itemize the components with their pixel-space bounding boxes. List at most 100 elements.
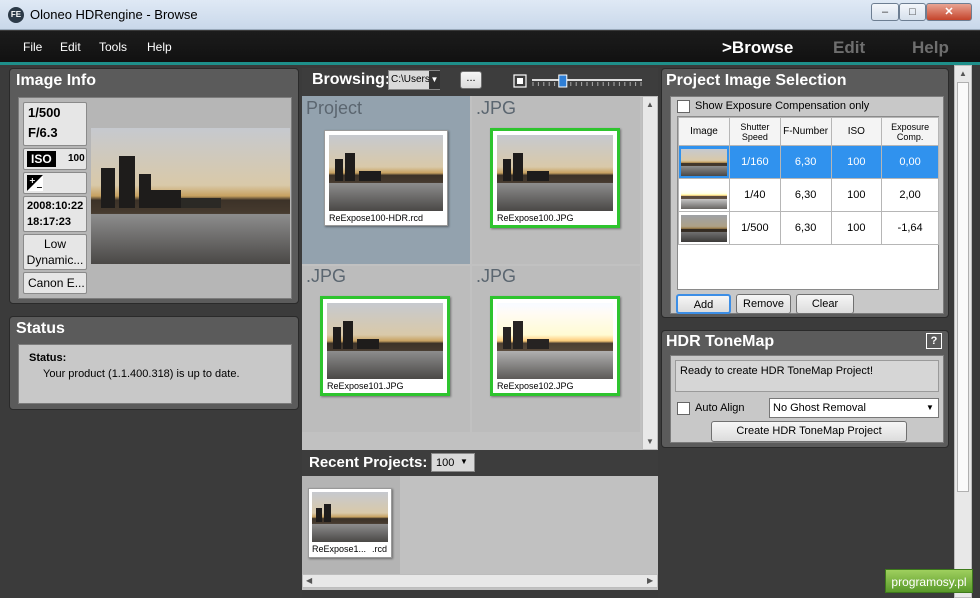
scroll-up-icon[interactable]: ▲ xyxy=(959,69,967,78)
table-row[interactable]: 1/160 6,30 100 0,00 xyxy=(678,145,939,179)
row-iso: 100 xyxy=(830,178,883,212)
grid-cell-jpg-1[interactable]: .JPG ReExpose100.JPG xyxy=(472,96,640,264)
mode-help-tab[interactable]: Help xyxy=(912,38,949,58)
thumbnail-image xyxy=(497,303,613,379)
add-button[interactable]: Add xyxy=(676,294,731,314)
path-value: C:\Users xyxy=(391,74,429,85)
thumbnail-card-selected[interactable]: ReExpose100.JPG xyxy=(490,128,620,228)
row-comp: 2,00 xyxy=(881,178,939,212)
auto-align-checkbox[interactable] xyxy=(677,402,690,415)
scroll-left-icon[interactable]: ◀ xyxy=(306,576,312,585)
grid-cell-jpg-3[interactable]: .JPG ReExpose102.JPG xyxy=(472,266,640,432)
thumbnail-caption: ReExpose100.JPG xyxy=(497,213,574,223)
tonemap-box: Ready to create HDR ToneMap Project! Aut… xyxy=(670,355,944,443)
image-info-preview-area: 1/500 F/6.3 ISO 100 + − 2008:10:22 18:17… xyxy=(18,97,292,299)
exposure-only-checkbox[interactable] xyxy=(677,100,690,113)
clear-button[interactable]: Clear xyxy=(796,294,854,314)
selection-table: Image Shutter Speed F-Number ISO Exposur… xyxy=(678,117,939,245)
browsing-header: Browsing: C:\Users ▼ ... xyxy=(302,68,658,96)
row-image xyxy=(680,181,727,209)
thumbnail-caption: ReExpose102.JPG xyxy=(497,381,574,391)
cell-header: .JPG xyxy=(476,98,517,118)
remove-button[interactable]: Remove xyxy=(736,294,791,314)
status-title: Status xyxy=(16,320,65,337)
row-shutter: 1/500 xyxy=(728,211,781,245)
status-label: Status: xyxy=(29,352,67,364)
row-fnumber: 6,30 xyxy=(779,178,832,212)
col-iso[interactable]: ISO xyxy=(830,117,883,146)
thumbnail-image xyxy=(327,303,443,379)
row-image xyxy=(680,148,727,176)
recent-count-select[interactable]: 100 ▼ xyxy=(431,453,475,472)
window-scrollbar[interactable]: ▲ xyxy=(954,65,972,598)
exposure-comp-tag: + − xyxy=(23,172,87,194)
recent-label: Recent Projects: xyxy=(309,454,428,471)
zoom-slider[interactable] xyxy=(532,74,644,90)
scroll-thumb[interactable] xyxy=(957,82,969,492)
exposure-only-label: Show Exposure Compensation only xyxy=(695,100,870,112)
row-shutter: 1/40 xyxy=(728,178,781,212)
browsing-label: Browsing: xyxy=(312,71,391,88)
thumbnail-image xyxy=(497,135,613,211)
col-shutter[interactable]: Shutter Speed xyxy=(728,117,781,146)
svg-text:−: − xyxy=(36,183,43,191)
ghost-removal-value: No Ghost Removal xyxy=(773,402,866,414)
thumbnail-card-selected[interactable]: ReExpose102.JPG xyxy=(490,296,620,396)
recent-count-value: 100 xyxy=(436,457,455,469)
table-header-row: Image Shutter Speed F-Number ISO Exposur… xyxy=(678,117,939,146)
recent-scrollbar[interactable]: ◀ ▶ xyxy=(302,574,658,588)
close-button[interactable]: ✕ xyxy=(926,3,972,21)
thumbnail-card[interactable]: ReExpose100-HDR.rcd xyxy=(324,130,448,226)
selection-table-container: Image Shutter Speed F-Number ISO Exposur… xyxy=(677,116,939,290)
date-tag: 2008:10:22 18:17:23 xyxy=(23,196,87,232)
scroll-right-icon[interactable]: ▶ xyxy=(647,576,653,585)
create-tonemap-button[interactable]: Create HDR ToneMap Project xyxy=(711,421,907,442)
image-info-panel: Image Info 1/500 F/6.3 ISO 100 + − 2008:… xyxy=(9,68,299,304)
col-exposure-comp[interactable]: Exposure Comp. xyxy=(881,117,939,146)
fit-view-icon[interactable] xyxy=(513,74,527,88)
scroll-up-icon[interactable]: ▲ xyxy=(646,100,654,109)
grid-cell-jpg-2[interactable]: .JPG ReExpose101.JPG xyxy=(302,266,470,432)
ghost-removal-select[interactable]: No Ghost Removal ▼ xyxy=(769,398,939,418)
range-line2: Dynamic... xyxy=(26,253,84,267)
path-select[interactable]: C:\Users ▼ xyxy=(388,70,440,90)
thumbnail-card-selected[interactable]: ReExpose101.JPG xyxy=(320,296,450,396)
status-message: Your product (1.1.400.318) is up to date… xyxy=(43,368,240,380)
menu-file[interactable]: File xyxy=(23,40,42,54)
dynamic-range-tag: Low Dynamic... xyxy=(23,234,87,270)
table-row[interactable]: 1/40 6,30 100 2,00 xyxy=(678,178,939,212)
grid-scrollbar[interactable]: ▲ ▼ xyxy=(642,96,658,450)
menu-help[interactable]: Help xyxy=(147,40,172,54)
scroll-down-icon[interactable]: ▼ xyxy=(646,437,654,446)
row-fnumber: 6,30 xyxy=(779,211,832,245)
mode-browse-tab[interactable]: >Browse xyxy=(722,38,793,58)
auto-align-label: Auto Align xyxy=(695,402,745,414)
menu-bar: File Edit Tools Help >Browse Edit Help xyxy=(0,31,980,65)
thumbnail-caption: ReExpose100-HDR.rcd xyxy=(329,213,424,223)
col-fnumber[interactable]: F-Number xyxy=(779,117,832,146)
grid-cell-project[interactable]: Project ReExpose100-HDR.rcd xyxy=(302,96,470,264)
iso-value: 100 xyxy=(68,153,85,164)
date-value: 2008:10:22 xyxy=(27,200,84,212)
table-row[interactable]: 1/500 6,30 100 -1,64 xyxy=(678,211,939,245)
aperture-value: F/6.3 xyxy=(28,125,58,140)
iso-tag: ISO 100 xyxy=(23,148,87,170)
menu-tools[interactable]: Tools xyxy=(99,40,127,54)
watermark: programosy.pl xyxy=(885,569,973,593)
browse-folder-button[interactable]: ... xyxy=(460,71,482,89)
recent-caption-ext: .rcd xyxy=(372,544,388,554)
range-line1: Low xyxy=(43,237,66,251)
menu-edit[interactable]: Edit xyxy=(60,40,81,54)
help-icon[interactable]: ? xyxy=(926,333,942,349)
zoom-slider-thumb[interactable] xyxy=(558,74,568,88)
maximize-button[interactable]: □ xyxy=(899,3,926,21)
time-value: 18:17:23 xyxy=(27,216,72,228)
recent-project-cell[interactable]: ReExpose1... .rcd xyxy=(302,476,400,574)
cell-header: .JPG xyxy=(306,266,347,286)
minimize-button[interactable]: – xyxy=(871,3,899,21)
row-thumbnail xyxy=(678,211,730,245)
mode-edit-tab[interactable]: Edit xyxy=(833,38,865,58)
row-iso: 100 xyxy=(830,145,883,179)
recent-project-thumbnail[interactable]: ReExpose1... .rcd xyxy=(308,488,392,558)
col-image[interactable]: Image xyxy=(678,117,730,146)
